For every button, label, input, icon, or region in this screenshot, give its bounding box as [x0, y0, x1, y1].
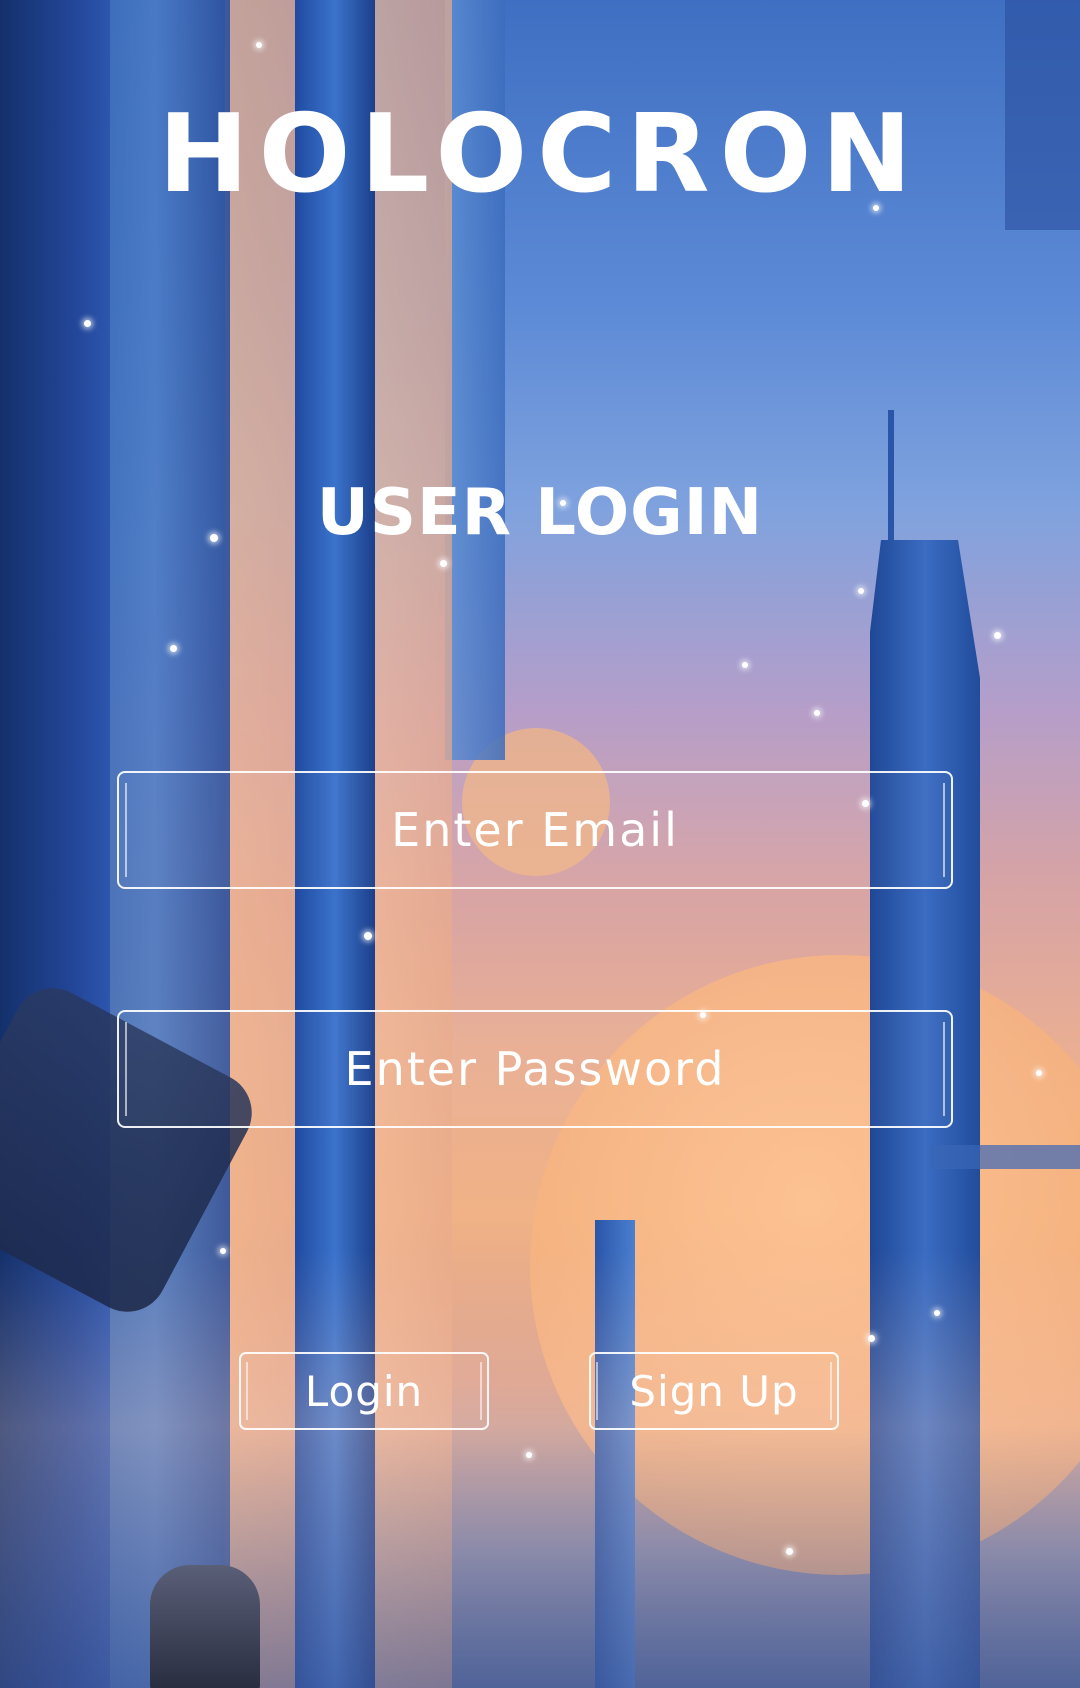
star — [742, 662, 748, 668]
sign-up-button[interactable]: Sign Up — [589, 1352, 839, 1430]
password-field[interactable] — [119, 1012, 951, 1126]
login-button[interactable]: Login — [239, 1352, 489, 1430]
star — [440, 560, 447, 567]
password-field-frame — [117, 1010, 953, 1128]
page-title: USER LOGIN — [316, 476, 764, 550]
star — [526, 1452, 532, 1458]
skybridge — [930, 1145, 1080, 1169]
email-field-frame — [117, 771, 953, 889]
star — [786, 1548, 793, 1555]
star — [170, 645, 177, 652]
star — [1036, 1070, 1042, 1076]
star — [814, 710, 820, 716]
armored-figure — [150, 1565, 260, 1688]
star — [858, 588, 864, 594]
star — [934, 1310, 940, 1316]
email-field[interactable] — [119, 773, 951, 887]
star — [994, 632, 1001, 639]
star — [364, 932, 372, 940]
star — [868, 1335, 875, 1342]
star — [220, 1248, 226, 1254]
star — [84, 320, 91, 327]
star — [256, 42, 262, 48]
app-logo: HOLOCRON — [158, 92, 922, 217]
